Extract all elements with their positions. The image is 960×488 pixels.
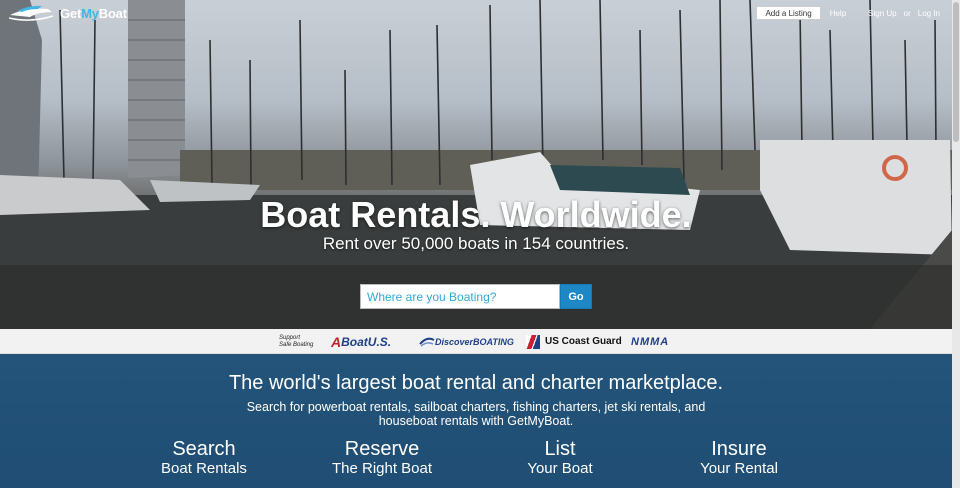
go-button[interactable]: Go xyxy=(560,284,592,309)
page-scrollbar[interactable] xyxy=(952,0,960,488)
feature-reserve[interactable]: Reserve The Right Boat xyxy=(292,438,472,477)
log-in-link[interactable]: Log In xyxy=(918,9,940,18)
feature-search[interactable]: Search Boat Rentals xyxy=(114,438,294,477)
discover-boating-icon xyxy=(419,337,435,347)
hero-title: Boat Rentals. Worldwide. xyxy=(260,194,692,235)
marketplace-section: The world's largest boat rental and char… xyxy=(0,354,952,488)
search-bar: Go xyxy=(360,284,592,309)
us-coast-guard-logo: US Coast Guard xyxy=(526,329,622,354)
uscg-stripe-icon xyxy=(526,334,540,349)
scrollbar-thumb[interactable] xyxy=(953,2,959,142)
boat-logo-icon xyxy=(8,5,54,21)
nmma-logo: NMMA xyxy=(631,335,670,348)
partner-logos-strip: Support Safe Boating A BoatU.S. DiscoverB… xyxy=(0,329,952,354)
sign-up-link[interactable]: Sign Up xyxy=(868,9,896,18)
add-listing-button[interactable]: Add a Listing xyxy=(756,6,821,20)
help-link[interactable]: Help xyxy=(830,9,846,18)
discover-boating-logo: DiscoverBOATING xyxy=(419,329,514,354)
location-search-input[interactable] xyxy=(360,284,560,309)
marketplace-title: The world's largest boat rental and char… xyxy=(228,372,724,394)
marketplace-description: Search for powerboat rentals, sailboat c… xyxy=(246,400,706,428)
hero-subtitle: Rent over 50,000 boats in 154 countries. xyxy=(322,234,630,253)
support-safe-boating-logo: Support Safe Boating xyxy=(279,334,314,348)
feature-insure[interactable]: Insure Your Rental xyxy=(649,438,829,477)
logo[interactable]: GetMyBoat xyxy=(8,2,127,24)
feature-list[interactable]: List Your Boat xyxy=(470,438,650,477)
boatus-logo: A BoatU.S. xyxy=(331,333,392,350)
top-nav: Add a Listing Help Sign Up or Log In xyxy=(756,6,940,20)
logo-text: GetMyBoat xyxy=(60,5,127,21)
or-text: or xyxy=(903,8,911,18)
